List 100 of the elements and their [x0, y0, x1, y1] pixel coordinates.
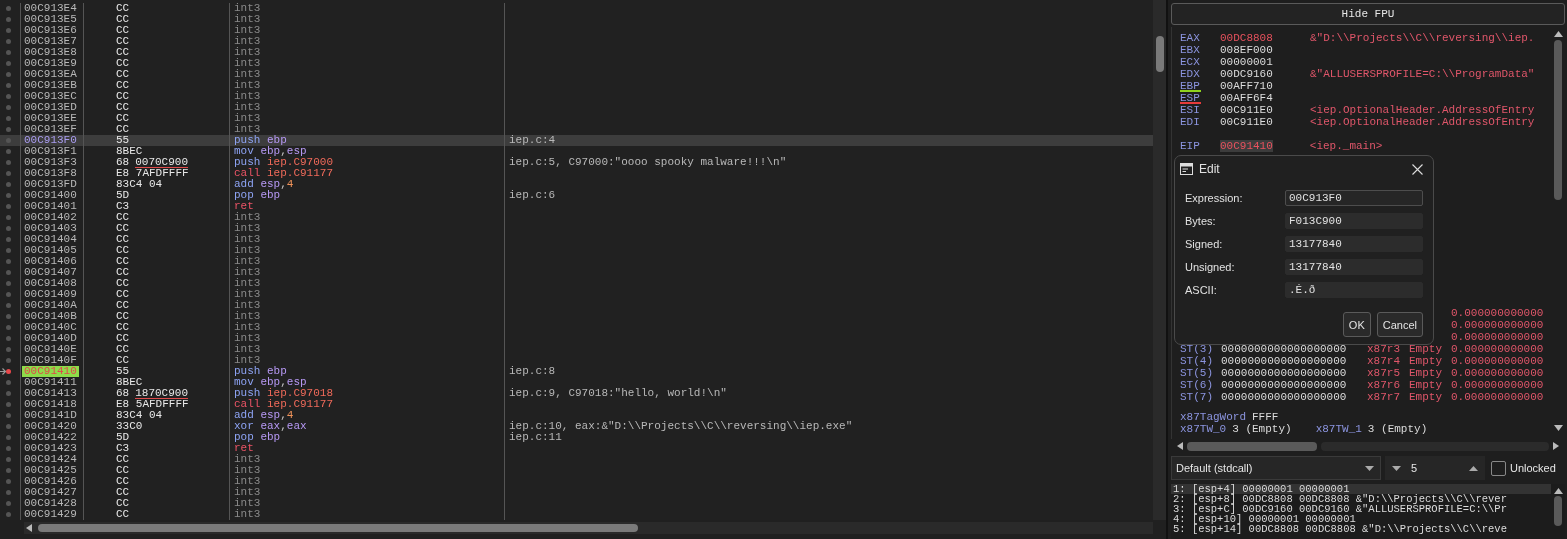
scroll-thumb[interactable]	[38, 524, 638, 532]
disassembly-row[interactable]: 00C9141D 83C4 04 add esp,4	[0, 410, 1153, 421]
disassembly-row[interactable]: 00C91405 CC int3	[0, 245, 1153, 256]
breakpoint-dot[interactable]	[6, 479, 11, 484]
disassembly-row[interactable]: 00C913F3 68 0070C900 push iep.C97000 iep.c:5, C97000:"oooo spooky malware!!!\n"	[0, 157, 1153, 168]
disassembly-row[interactable]: 00C913F0 55 push ebp iep.c:4	[0, 135, 1153, 146]
disassembly-row[interactable]: 00C91403 CC int3	[0, 223, 1153, 234]
breakpoint-dot[interactable]	[6, 512, 11, 517]
breakpoint-dot[interactable]	[6, 116, 11, 121]
disassembly-row[interactable]: 00C913ED CC int3	[0, 102, 1153, 113]
disassembly-row[interactable]: 00C91429 CC int3	[0, 509, 1153, 520]
scroll-up-icon[interactable]	[1553, 31, 1563, 37]
breakpoint-dot[interactable]	[6, 281, 11, 286]
breakpoint-dot[interactable]	[6, 28, 11, 33]
breakpoint-dot[interactable]	[6, 347, 11, 352]
breakpoint-dot[interactable]	[6, 83, 11, 88]
breakpoint-dot[interactable]	[6, 39, 11, 44]
breakpoint-dot[interactable]	[6, 204, 11, 209]
breakpoint-dot[interactable]	[6, 6, 11, 11]
disassembly-row[interactable]: 00C91406 CC int3	[0, 256, 1153, 267]
disassembly-row[interactable]: 00C91408 CC int3	[0, 278, 1153, 289]
disassembly-row[interactable]: 00C913F8 E8 7AFDFFFF call iep.C91177	[0, 168, 1153, 179]
stack-argument-row[interactable]: 5: [esp+14] 00DC8808 00DC8808 &"D:\\Projects\\C\\reve	[1171, 524, 1551, 534]
breakpoint-dot[interactable]	[6, 61, 11, 66]
breakpoint-dot[interactable]	[6, 94, 11, 99]
disassembly-row[interactable]: 00C91427 CC int3	[0, 487, 1153, 498]
register-value[interactable]: 00AFF6F4	[1220, 92, 1310, 104]
breakpoint-dot[interactable]	[6, 237, 11, 242]
breakpoint-dot[interactable]	[6, 182, 11, 187]
breakpoint-dot[interactable]	[6, 160, 11, 165]
register-value[interactable]: 008EF000	[1220, 44, 1310, 56]
argument-count-spinner[interactable]: 5	[1385, 456, 1485, 480]
register-value[interactable]: 00000001	[1220, 56, 1310, 68]
disassembly-row[interactable]: 00C9140E CC int3	[0, 344, 1153, 355]
stack-argument-row[interactable]: 4: [esp+10] 00000001 00000001	[1171, 514, 1551, 524]
disassembly-row[interactable]: 00C91411 8BEC mov ebp,esp	[0, 377, 1153, 388]
breakpoint-dot[interactable]	[6, 325, 11, 330]
close-icon[interactable]	[1412, 163, 1423, 175]
disassembly-row[interactable]: 00C91418 E8 5AFDFFFF call iep.C91177	[0, 399, 1153, 410]
disassembly-row[interactable]: 00C91409 CC int3	[0, 289, 1153, 300]
breakpoint-dot[interactable]	[6, 490, 11, 495]
disassembly-row[interactable]: 00C913E4 CC int3	[0, 3, 1153, 14]
disassembly-row[interactable]: 00C913E5 CC int3	[0, 14, 1153, 25]
scroll-right-icon[interactable]	[1553, 442, 1559, 450]
breakpoint-dot[interactable]	[6, 72, 11, 77]
input-field[interactable]: F013C900	[1285, 213, 1423, 229]
breakpoint-dot[interactable]	[6, 435, 11, 440]
disassembly-row[interactable]: 00C913E6 CC int3	[0, 25, 1153, 36]
horizontal-scrollbar[interactable]	[24, 522, 1153, 534]
scroll-left-icon[interactable]	[26, 524, 32, 532]
register-value[interactable]: 00C911E0	[1220, 104, 1310, 116]
breakpoint-dot[interactable]	[6, 457, 11, 462]
disassembly-row[interactable]: 00C913EE CC int3	[0, 113, 1153, 124]
disassembly-row[interactable]: 00C913EC CC int3	[0, 91, 1153, 102]
breakpoint-dot[interactable]	[6, 149, 11, 154]
disassembly-row[interactable]: 00C913F1 8BEC mov ebp,esp	[0, 146, 1153, 157]
disassembly-row[interactable]: 00C91426 CC int3	[0, 476, 1153, 487]
breakpoint-dot[interactable]	[6, 402, 11, 407]
disassembly-row[interactable]: 00C9140C CC int3	[0, 322, 1153, 333]
input-field[interactable]: 13177840	[1285, 236, 1423, 252]
disassembly-row[interactable]: 00C91407 CC int3	[0, 267, 1153, 278]
scroll-thumb[interactable]	[1554, 496, 1562, 526]
dialog-button[interactable]: Cancel	[1376, 312, 1423, 337]
input-field[interactable]: 00C913F0	[1285, 190, 1423, 206]
disassembly-row[interactable]: 00C913E8 CC int3	[0, 47, 1153, 58]
scroll-up-icon[interactable]	[1553, 488, 1563, 494]
breakpoint-dot[interactable]	[6, 171, 11, 176]
disassembly-row[interactable]: 00C9140D CC int3	[0, 333, 1153, 344]
disassembly-row[interactable]: 00C91425 CC int3	[0, 465, 1153, 476]
scroll-down-icon[interactable]	[1553, 425, 1563, 431]
disassembly-row[interactable]: 00C91423 C3 ret	[0, 443, 1153, 454]
breakpoint-dot[interactable]	[6, 446, 11, 451]
breakpoint-dot[interactable]	[6, 270, 11, 275]
breakpoint-dot[interactable]	[6, 336, 11, 341]
breakpoint-dot[interactable]	[6, 105, 11, 110]
breakpoint-dot[interactable]	[6, 380, 11, 385]
breakpoint-dot[interactable]	[6, 226, 11, 231]
breakpoint-dot[interactable]	[6, 50, 11, 55]
input-field[interactable]: .É.ð	[1285, 282, 1423, 298]
disassembly-row[interactable]: 00C913E9 CC int3	[0, 58, 1153, 69]
stack-argument-row[interactable]: 3: [esp+C] 00DC9160 00DC9160 &"ALLUSERSPROFILE=C:\\Pr	[1171, 504, 1551, 514]
register-value[interactable]: 00AFF710	[1220, 80, 1310, 92]
input-field[interactable]: 13177840	[1285, 259, 1423, 275]
scroll-thumb[interactable]	[1554, 40, 1562, 200]
dialog-button[interactable]: OK	[1342, 312, 1371, 337]
disassembly-row[interactable]: 00C91410 55 push ebp iep.c:8	[0, 366, 1153, 377]
disassembly-row[interactable]: 00C91401 C3 ret	[0, 201, 1153, 212]
breakpoint-dot[interactable]	[6, 358, 11, 363]
breakpoint-dot[interactable]	[6, 424, 11, 429]
breakpoint-dot[interactable]	[6, 193, 11, 198]
breakpoint-dot[interactable]	[6, 248, 11, 253]
breakpoint-dot[interactable]	[6, 303, 11, 308]
scroll-thumb[interactable]	[1156, 36, 1164, 72]
disassembly-row[interactable]: 00C91428 CC int3	[0, 498, 1153, 509]
checkbox[interactable]	[1491, 460, 1506, 476]
disassembly-row[interactable]: 00C913E7 CC int3	[0, 36, 1153, 47]
disassembly-row[interactable]: 00C91422 5D pop ebp iep.c:11	[0, 432, 1153, 443]
breakpoint-dot[interactable]	[6, 17, 11, 22]
breakpoint-dot[interactable]	[6, 501, 11, 506]
disassembly-row[interactable]: 00C91400 5D pop ebp iep.c:6	[0, 190, 1153, 201]
